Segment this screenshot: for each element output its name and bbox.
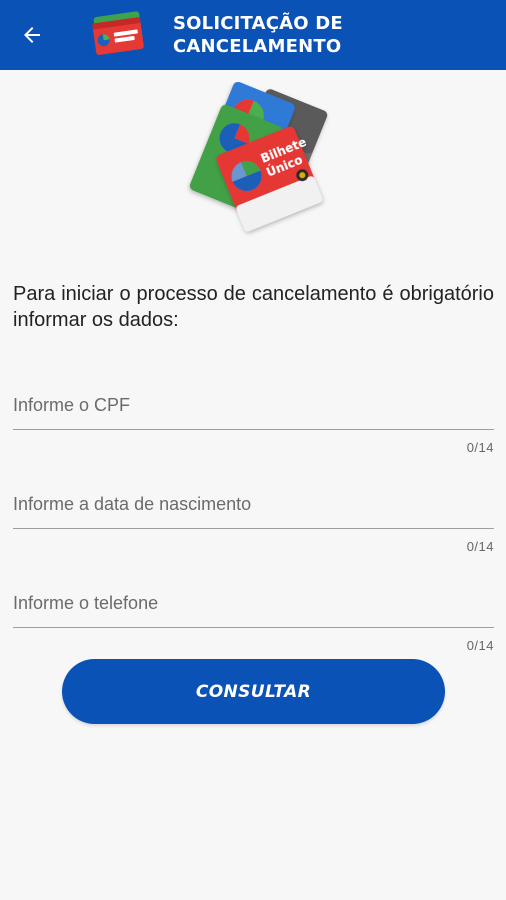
app-bar: SOLICITAÇÃO DE CANCELAMENTO	[0, 0, 506, 70]
back-button[interactable]	[14, 17, 50, 53]
page-title-line1: SOLICITAÇÃO DE	[173, 13, 343, 34]
cpf-counter: 0/14	[466, 440, 494, 455]
arrow-left-icon	[24, 27, 40, 43]
cpf-input[interactable]	[13, 380, 494, 429]
bilhete-unico-cards-illustration: Bilhete Único	[189, 82, 328, 232]
phone-input[interactable]	[13, 578, 494, 627]
page-title: SOLICITAÇÃO DE CANCELAMENTO	[173, 12, 373, 58]
consult-button-label: CONSULTAR	[195, 681, 312, 702]
page-title-line2: CANCELAMENTO	[173, 36, 342, 57]
birth-date-field[interactable]	[13, 479, 494, 529]
bilhete-unico-logo-icon	[92, 11, 144, 55]
birth-date-input[interactable]	[13, 479, 494, 528]
intro-text: Para iniciar o processo de cancelamento …	[13, 283, 494, 331]
phone-field[interactable]	[13, 578, 494, 628]
birth-date-counter: 0/14	[466, 539, 494, 554]
phone-counter: 0/14	[466, 638, 494, 653]
consult-button[interactable]: CONSULTAR	[62, 659, 445, 724]
cpf-field[interactable]	[13, 380, 494, 430]
